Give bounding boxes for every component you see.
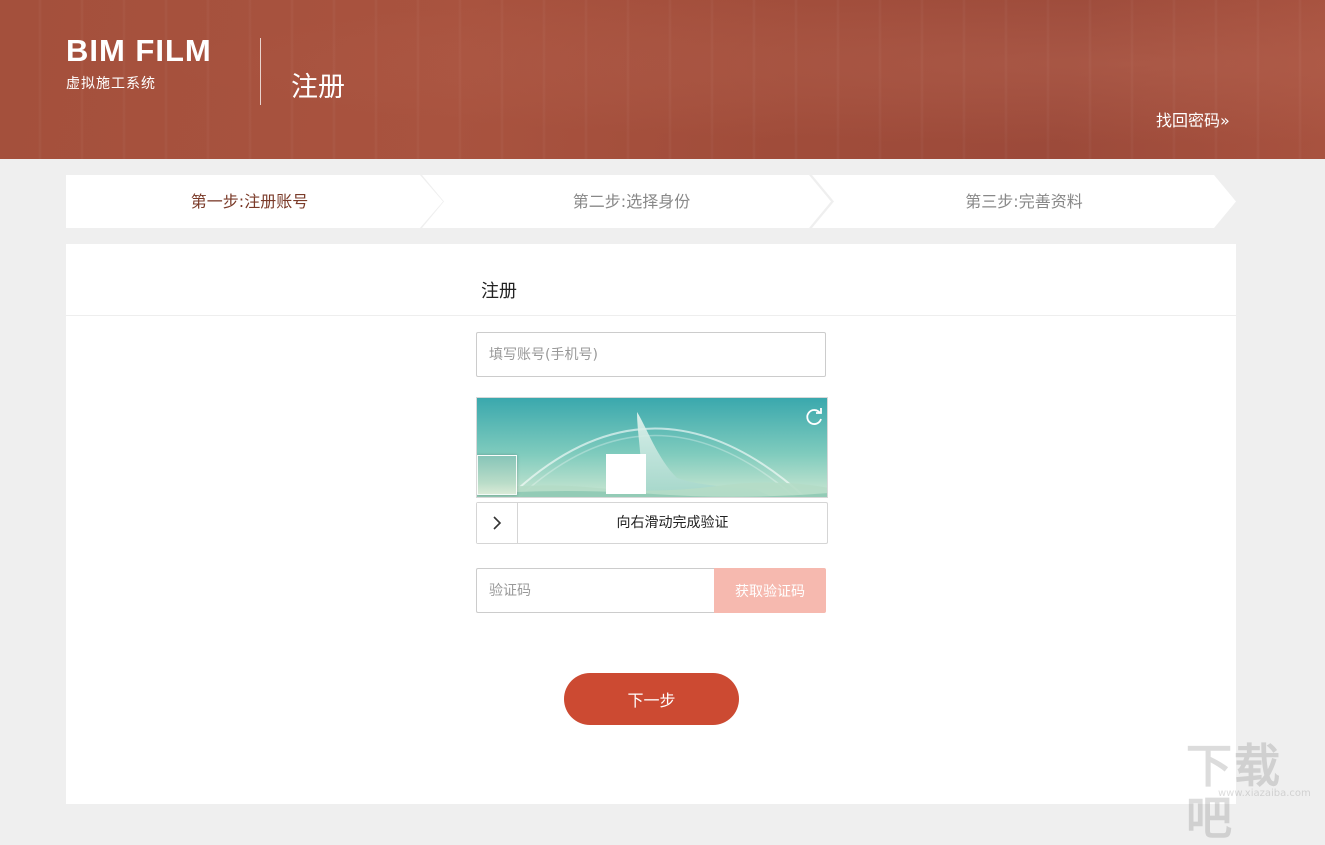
captcha-background (477, 398, 827, 497)
page-title: 注册 (291, 72, 345, 103)
step-1-label: 第一步:注册账号 (190, 192, 309, 211)
step-3-label: 第三步:完善资料 (965, 192, 1083, 211)
recover-password-link[interactable]: 找回密码» (1156, 107, 1230, 131)
register-card: 注册 填写账号(手机号) 向右滑动完成验证 验证码 获取验证码 下一步 (66, 244, 1236, 804)
logo-divider (260, 38, 261, 105)
form-title: 注册 (481, 281, 517, 302)
refresh-icon[interactable] (803, 406, 825, 428)
chevron-right-icon (493, 516, 502, 530)
step-1: 第一步:注册账号 (66, 175, 443, 228)
steps-bar: 第一步:注册账号 第二步:选择身份 第三步:完善资料 (66, 175, 1236, 228)
header-banner: BIM FILM 虚拟施工系统 注册 找回密码» (0, 0, 1325, 159)
slider-track[interactable]: 向右滑动完成验证 (476, 502, 828, 544)
step-2: 第二步:选择身份 (422, 175, 831, 228)
logo[interactable]: BIM FILM (66, 33, 212, 69)
step-2-label: 第二步:选择身份 (572, 192, 691, 211)
verification-code-input[interactable] (476, 568, 715, 613)
logo-subtitle: 虚拟施工系统 (66, 76, 156, 92)
get-code-button[interactable]: 获取验证码 (714, 568, 826, 613)
form-divider (66, 315, 1236, 316)
account-input[interactable] (476, 332, 826, 377)
header-texture (0, 0, 1325, 159)
slider-handle[interactable] (477, 503, 518, 543)
captcha-slot (606, 454, 646, 494)
captcha-image (476, 397, 828, 498)
slider-text: 向右滑动完成验证 (616, 515, 729, 531)
step-3: 第三步:完善资料 (812, 175, 1236, 228)
captcha-puzzle-piece (477, 455, 517, 495)
next-step-button[interactable]: 下一步 (564, 673, 739, 725)
